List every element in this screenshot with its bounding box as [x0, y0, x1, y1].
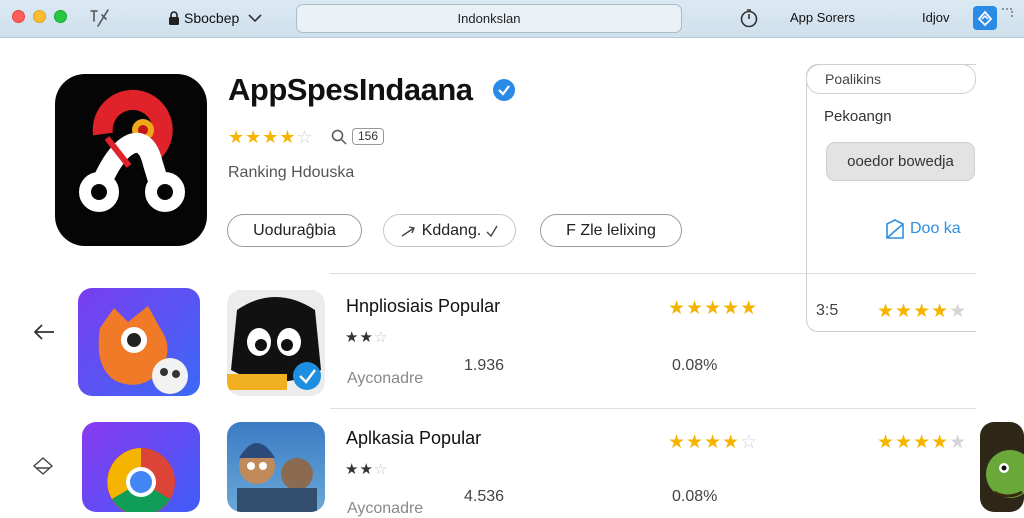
- search-field[interactable]: Indonkslan: [296, 4, 682, 33]
- app-title: AppSpesIndaana: [228, 72, 473, 107]
- side-panel-header[interactable]: Poalikins: [806, 64, 976, 94]
- minimize-traffic-icon[interactable]: [33, 10, 46, 23]
- close-traffic-icon[interactable]: [12, 10, 25, 23]
- slash-icon[interactable]: [88, 7, 112, 29]
- lock-icon: [169, 11, 179, 25]
- window-titlebar: Sbocbep Indonkslan App Sorers Idjov: [0, 0, 1024, 38]
- secondary-action-button[interactable]: Kddang.: [383, 214, 516, 247]
- side-panel-header-label: Poalikins: [825, 71, 882, 87]
- primary-action-label: Uoduraĝbia: [253, 221, 336, 239]
- list-item-share: 0.08%: [672, 357, 718, 374]
- list-item-title[interactable]: Aplkasia Popular: [346, 428, 481, 449]
- app-rating-stars: ★★★★☆: [228, 127, 314, 147]
- side-panel-item[interactable]: Pekoangn: [824, 108, 892, 125]
- list-item-category: Ayconadre: [347, 500, 424, 517]
- user-menu[interactable]: Idjov: [922, 10, 949, 25]
- list-item-category: Ayconadre: [347, 370, 424, 387]
- list-item-rating: ★★★★★: [668, 298, 759, 319]
- side-panel: [806, 64, 976, 332]
- app-icon: [55, 74, 207, 246]
- window-title: Sbocbep: [184, 10, 240, 26]
- tertiary-action-button[interactable]: F Zle lelixing: [540, 214, 682, 247]
- list-item-thumbnail[interactable]: [78, 288, 200, 396]
- list-item-thumbnail[interactable]: [82, 422, 200, 512]
- search-field-text: Indonkslan: [457, 11, 521, 26]
- list-item-rating: ★★★★☆: [668, 432, 759, 453]
- list-item-small-rating: ★★☆: [345, 461, 389, 478]
- side-panel-button-label: ooedor bowedja: [847, 153, 954, 170]
- list-item-downloads: 4.536: [464, 488, 505, 505]
- chevron-down-icon[interactable]: [247, 11, 263, 25]
- corner-resize-icon[interactable]: [999, 6, 1015, 22]
- list-item-downloads: 1.936: [464, 357, 505, 374]
- app-stores-link[interactable]: App Sorers: [790, 10, 855, 25]
- rating-count-badge: 156: [352, 128, 385, 145]
- list-item-small-rating: ★★☆: [345, 329, 389, 346]
- side-panel-link[interactable]: Doo ka: [910, 220, 961, 238]
- list-item-side-value: 3:5: [816, 302, 839, 319]
- share-icon[interactable]: [973, 6, 997, 30]
- magnifier-icon[interactable]: [331, 129, 347, 145]
- list-divider: [330, 273, 976, 274]
- list-item-thumbnail[interactable]: [980, 422, 1024, 512]
- arrow-icon: [401, 225, 415, 237]
- secondary-action-label: Kddang.: [421, 221, 482, 239]
- check-icon: [486, 225, 498, 237]
- list-item-title[interactable]: Hnpliosiais Popular: [346, 296, 500, 317]
- list-item-side-rating: ★★★★★: [877, 301, 968, 322]
- diamond-icon[interactable]: [32, 455, 54, 477]
- zoom-traffic-icon[interactable]: [54, 10, 67, 23]
- list-divider: [330, 408, 976, 409]
- external-link-icon[interactable]: [883, 218, 907, 242]
- verified-badge-icon: [493, 79, 515, 101]
- list-item-thumbnail[interactable]: [227, 422, 325, 512]
- list-item-thumbnail[interactable]: [227, 290, 325, 396]
- app-subtitle: Ranking Hdouska: [228, 164, 355, 181]
- side-panel-button[interactable]: ooedor bowedja: [826, 142, 975, 181]
- back-arrow-icon[interactable]: [32, 320, 56, 344]
- primary-action-button[interactable]: Uoduraĝbia: [227, 214, 362, 247]
- clock-icon[interactable]: [739, 8, 759, 28]
- tertiary-action-label: F Zle lelixing: [566, 221, 656, 239]
- list-item-side-rating: ★★★★★: [877, 432, 968, 453]
- list-item-share: 0.08%: [672, 488, 718, 505]
